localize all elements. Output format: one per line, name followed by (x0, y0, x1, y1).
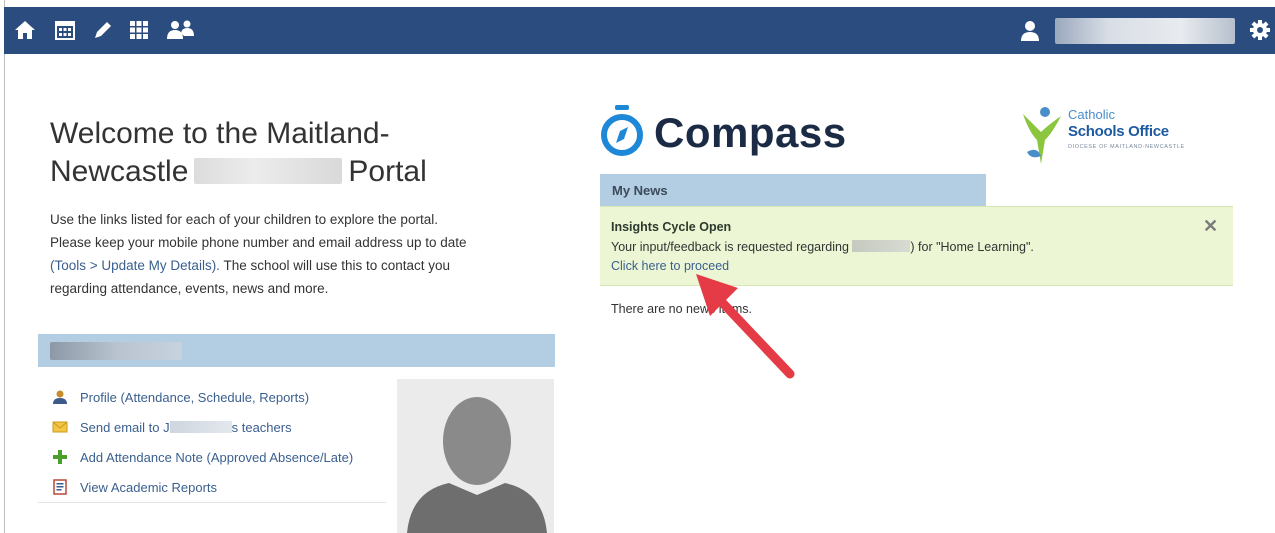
cso-schools-office: Schools Office (1068, 123, 1169, 140)
my-news-header: My News (600, 174, 986, 206)
intro-line: regarding attendance, events, news and m… (50, 281, 329, 296)
profile-link-label: Profile (Attendance, Schedule, Reports) (80, 389, 310, 405)
cso-logo: Catholic Schools Office DIOCESE OF MAITL… (1017, 102, 1252, 172)
compass-logo-icon (601, 105, 643, 156)
attendance-note-label: Add Attendance Note (Approved Absence/La… (80, 449, 354, 465)
child-panel-header (38, 334, 555, 367)
user-menu[interactable] (1019, 18, 1235, 44)
title-portal: Portal (348, 155, 427, 188)
title-region: Newcastle (50, 155, 189, 188)
my-news-title: My News (612, 183, 668, 198)
child-name (50, 342, 182, 360)
send-email-label-start: Send email to J (80, 419, 170, 435)
user-icon (1019, 20, 1041, 42)
email-icon (52, 419, 68, 435)
user-name[interactable] (1055, 18, 1235, 44)
top-navigation-bar (4, 7, 1275, 54)
student-photo (397, 379, 554, 533)
title-line-2: Newcastle Portal (50, 153, 470, 191)
proceed-link[interactable]: Click here to proceed (611, 259, 729, 273)
redacted-child-name (169, 420, 232, 433)
grid-icon[interactable] (128, 19, 150, 41)
academic-reports-label: View Academic Reports (80, 479, 218, 495)
attendance-note-link[interactable]: Add Attendance Note (Approved Absence/La… (52, 442, 392, 472)
cso-catholic: Catholic (1068, 107, 1115, 122)
send-email-label-end: s teachers (231, 419, 292, 435)
close-icon[interactable]: ✕ (1203, 217, 1218, 235)
page-title: Welcome to the Maitland- Newcastle Portal (50, 115, 470, 191)
intro-text: Use the links listed for each of your ch… (50, 208, 550, 300)
pencil-icon[interactable] (92, 19, 114, 41)
cso-diocese: DIOCESE OF MAITLAND-NEWCASTLE (1068, 144, 1185, 150)
links-divider (38, 502, 386, 503)
intro-line: Use the links listed for each of your ch… (50, 212, 438, 227)
intro-line: (Tools > Update My Details). The school … (50, 254, 550, 277)
compass-logo-text: Compass (654, 109, 847, 156)
title-line-1: Welcome to the Maitland- (50, 117, 390, 150)
home-icon[interactable] (14, 19, 36, 41)
news-item-body-start: Your input/feedback is requested regardi… (611, 240, 849, 254)
report-icon (52, 479, 68, 495)
intro-line: Please keep your mobile phone number and… (50, 235, 467, 250)
calendar-icon[interactable] (54, 19, 76, 41)
send-email-label: Send email to J s teachers (80, 420, 292, 435)
news-item-body-end: ) for "Home Learning". (910, 240, 1034, 254)
update-details-link[interactable]: (Tools > Update My Details). (50, 258, 220, 273)
annotation-arrow (696, 274, 795, 379)
profile-icon (52, 389, 68, 405)
cso-logo-figure (1023, 107, 1061, 164)
compass-logo: Compass (598, 103, 878, 163)
gear-icon[interactable] (1249, 19, 1271, 41)
window-border (4, 0, 5, 533)
send-email-link[interactable]: Send email to J s teachers (52, 412, 392, 442)
redacted-school-name (194, 158, 343, 184)
child-links-list: Profile (Attendance, Schedule, Reports) … (52, 382, 392, 502)
intro-line-text: The school will use this to contact you (219, 258, 451, 273)
news-item-body: Your input/feedback is requested regardi… (611, 240, 1034, 254)
academic-reports-link[interactable]: View Academic Reports (52, 472, 392, 502)
plus-icon (52, 449, 68, 465)
people-icon[interactable] (164, 19, 198, 41)
redacted-child-name (852, 240, 911, 252)
news-item-title: Insights Cycle Open (611, 220, 732, 234)
profile-link[interactable]: Profile (Attendance, Schedule, Reports) (52, 382, 392, 412)
